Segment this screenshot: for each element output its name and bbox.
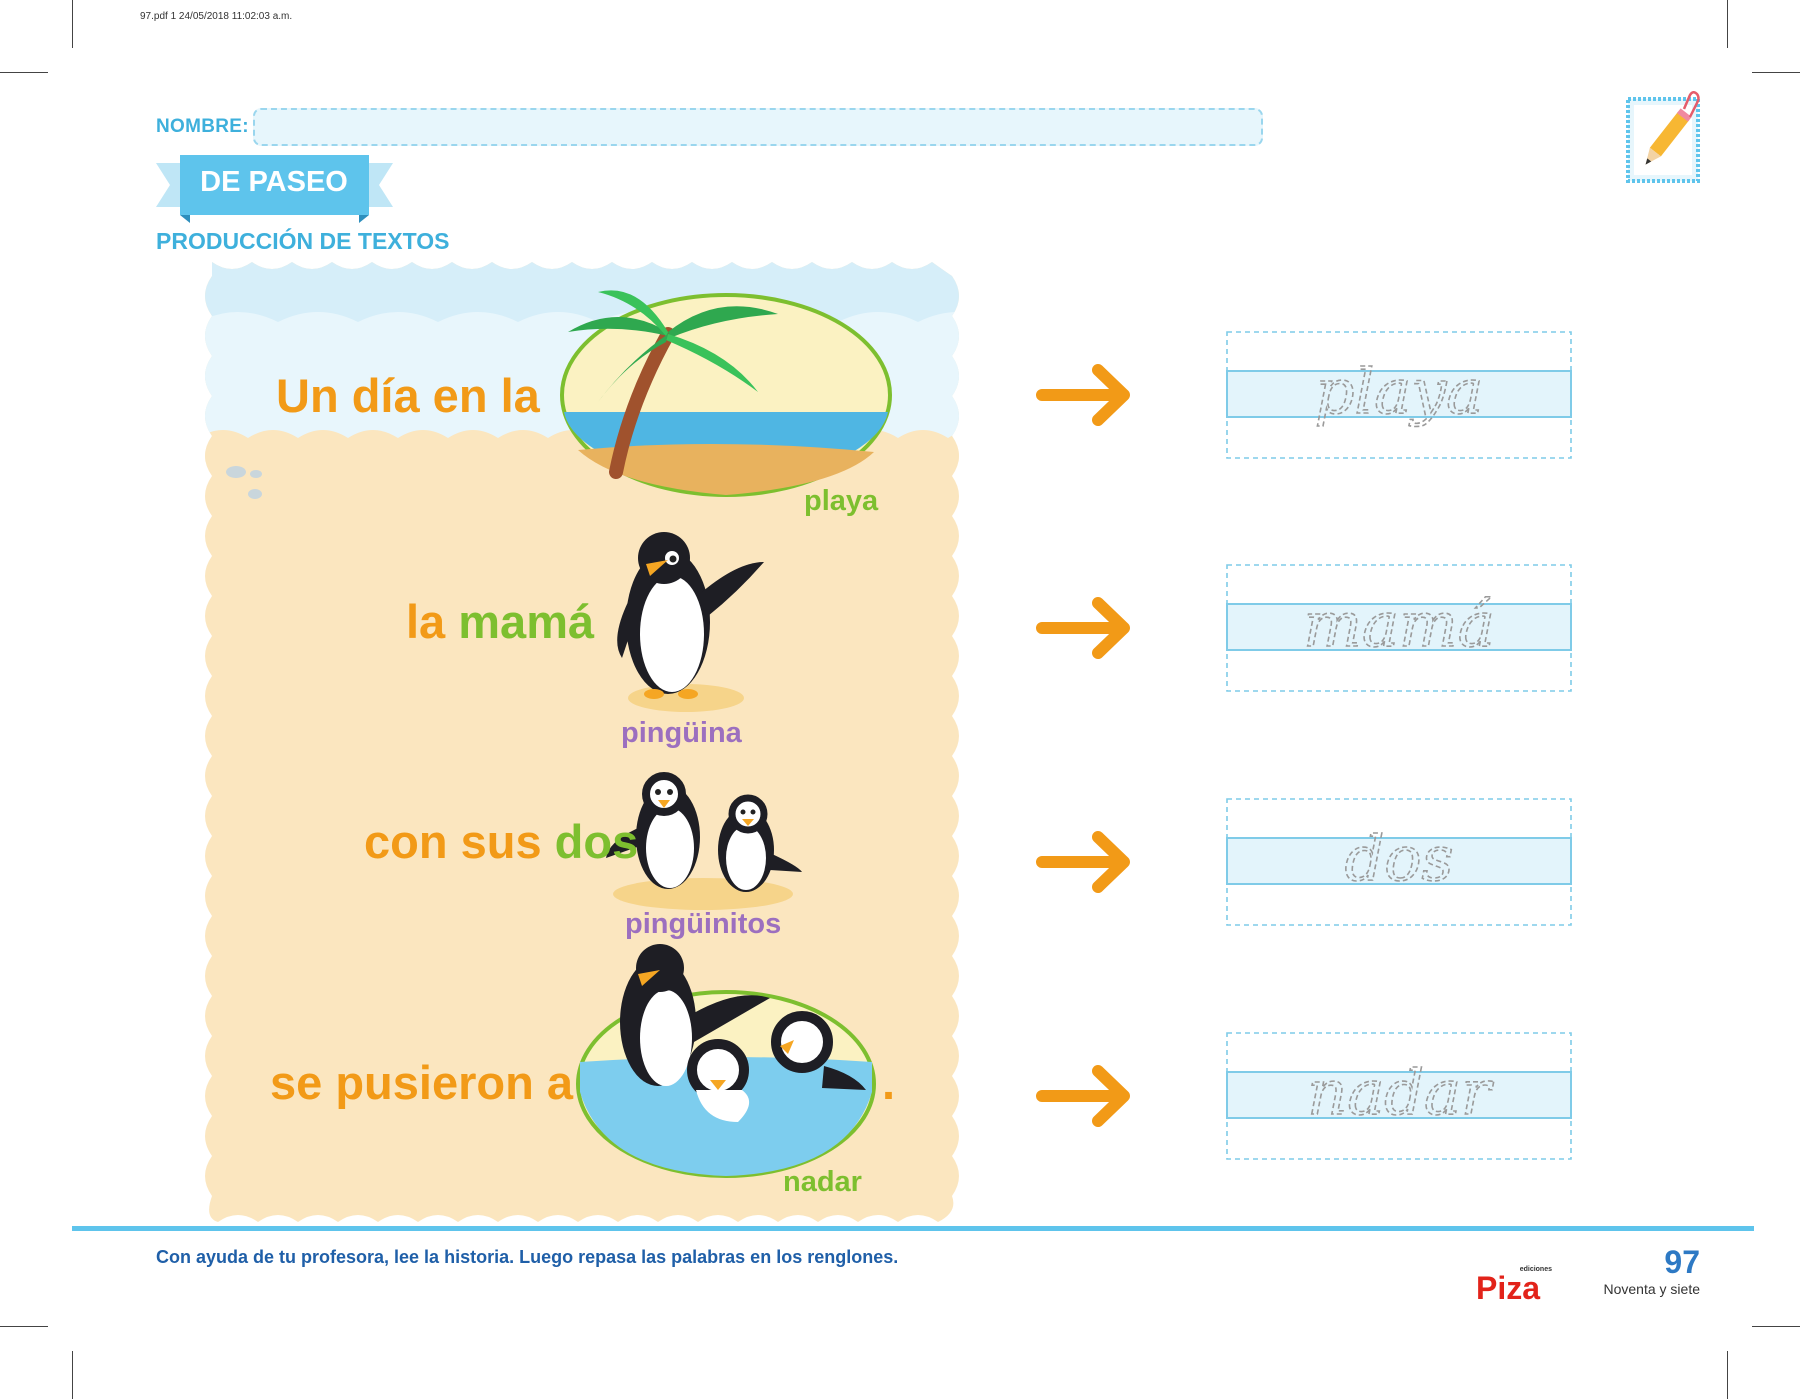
page-number: 97 [1664, 1244, 1700, 1280]
publisher-logo: ediciones Piza [1476, 1266, 1552, 1302]
story-caption: playa [804, 485, 879, 517]
publisher-name: Piza [1476, 1270, 1540, 1302]
footer-divider [72, 1226, 1754, 1231]
story-keyword: mamá [458, 595, 595, 648]
crop-mark [1752, 1326, 1800, 1327]
pencil-icon [1626, 91, 1700, 183]
tracing-line[interactable]: nadar [1226, 1032, 1572, 1160]
instructions-text: Con ayuda de tu profesora, lee la histor… [156, 1247, 899, 1267]
tracing-word: nadar [1307, 1056, 1494, 1129]
name-label: NOMBRE: [156, 116, 249, 137]
file-info: 97.pdf 1 24/05/2018 11:02:03 a.m. [140, 11, 293, 22]
story-line-text: Un día en la [276, 369, 540, 422]
tracing-word: playa [1315, 355, 1483, 428]
story-caption: pingüinitos [625, 908, 782, 940]
end-period: . [882, 1056, 896, 1109]
story-line: con sus dos [364, 814, 638, 869]
tracing-line[interactable]: dos [1226, 798, 1572, 926]
tracing-word: dos [1345, 822, 1454, 895]
page-title: DE PASEO [200, 166, 348, 198]
crop-mark [1727, 0, 1728, 48]
arrow-right-icon [1036, 597, 1130, 659]
story-line: la mamá [406, 594, 594, 649]
story-keyword: dos [554, 815, 639, 868]
crop-mark [72, 1351, 73, 1399]
crop-mark [72, 0, 73, 48]
crop-mark [1727, 1351, 1728, 1399]
section-subtitle: PRODUCCIÓN DE TEXTOS [156, 228, 450, 254]
tracing-line[interactable]: playa [1226, 331, 1572, 459]
story-line: Un día en la [276, 368, 540, 423]
crop-mark [1752, 72, 1800, 73]
tracing-word: mamá [1303, 588, 1495, 661]
name-field[interactable] [253, 108, 1263, 146]
arrow-right-icon [1036, 364, 1130, 426]
arrow-right-icon [1036, 1065, 1130, 1127]
crop-mark [0, 1326, 48, 1327]
story-line-text: se pusieron a [270, 1056, 573, 1109]
crop-mark [0, 72, 48, 73]
story-line-text: con sus [364, 815, 555, 868]
story-caption: pingüina [621, 717, 742, 749]
story-caption: nadar [783, 1166, 862, 1198]
tracing-line[interactable]: mamá [1226, 564, 1572, 692]
arrow-right-icon [1036, 831, 1130, 893]
story-line: se pusieron a [270, 1055, 573, 1110]
page-number-words: Noventa y siete [1603, 1281, 1701, 1297]
story-line-text: la [406, 595, 459, 648]
